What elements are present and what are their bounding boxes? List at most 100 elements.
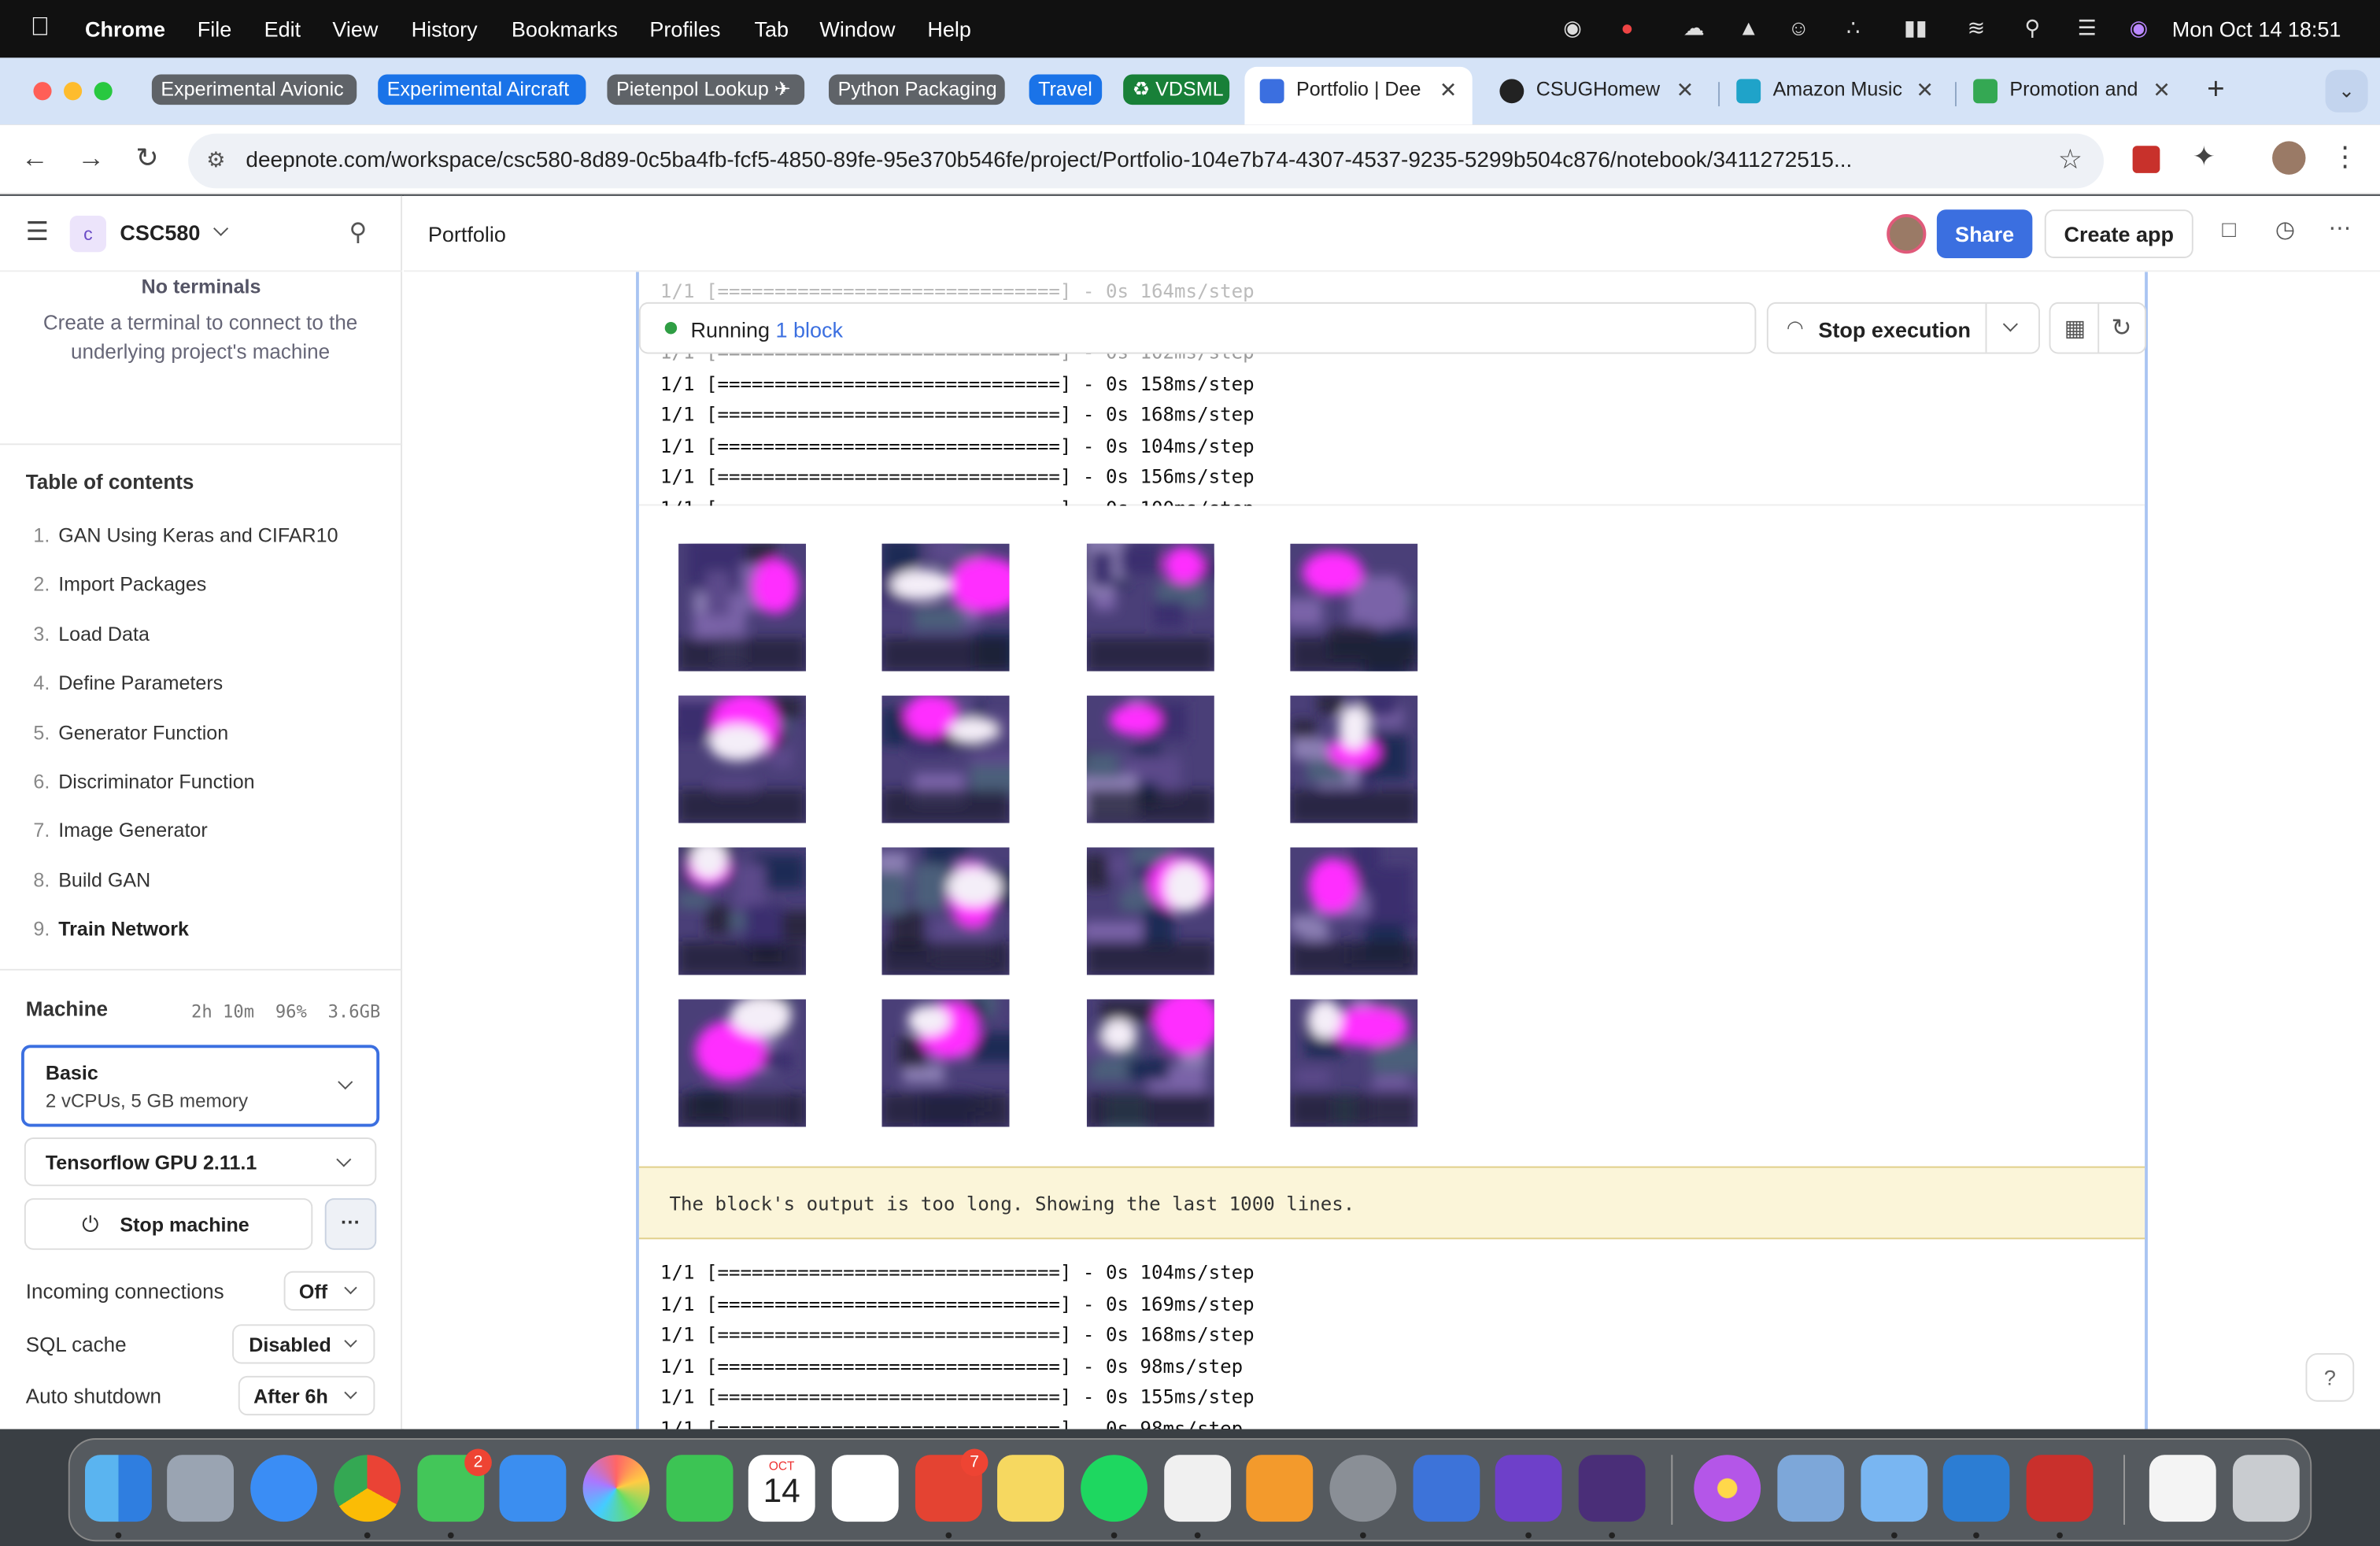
profile-avatar[interactable] bbox=[2272, 141, 2306, 175]
extension-icon[interactable]: ● bbox=[1613, 15, 1641, 43]
toc-item[interactable]: 2. Import Packages bbox=[33, 572, 206, 595]
trash-icon[interactable] bbox=[2232, 1455, 2300, 1522]
system-settings-icon[interactable] bbox=[1329, 1455, 1397, 1522]
menu-edit[interactable]: Edit bbox=[264, 17, 301, 41]
hamburger-menu-icon[interactable]: ☰ bbox=[26, 217, 49, 248]
siri-icon[interactable]: ◉ bbox=[2125, 15, 2153, 43]
toc-item-active[interactable]: 9. Train Network bbox=[33, 917, 189, 940]
zoom-window-button[interactable] bbox=[94, 82, 113, 101]
toc-item[interactable]: 1. GAN Using Keras and CIFAR10 bbox=[33, 524, 338, 547]
vscode-icon[interactable] bbox=[1942, 1455, 2010, 1522]
tab-promotion[interactable]: Promotion and ✕ bbox=[1958, 67, 2186, 124]
facetime-icon[interactable] bbox=[666, 1455, 734, 1522]
stop-machine-button[interactable]: ⏻ Stop machine bbox=[24, 1198, 313, 1250]
forward-arrow-icon[interactable]: → bbox=[74, 142, 107, 175]
running-block-link[interactable]: 1 block bbox=[775, 317, 843, 342]
workspace-chevron-icon[interactable] bbox=[213, 220, 229, 236]
user-icon[interactable]: ☺ bbox=[1785, 15, 1813, 43]
search-icon[interactable]: ⚲ bbox=[2019, 15, 2046, 43]
toc-item[interactable]: 7. Image Generator bbox=[33, 819, 207, 841]
close-tab-icon[interactable]: ✕ bbox=[2153, 67, 2171, 113]
search-icon[interactable]: ⚲ bbox=[349, 217, 368, 248]
document-icon[interactable] bbox=[1164, 1455, 1232, 1522]
pages-icon[interactable] bbox=[1246, 1455, 1314, 1522]
xcode-swift-icon[interactable] bbox=[1861, 1455, 1928, 1522]
help-icon[interactable]: ? bbox=[2305, 1352, 2355, 1402]
toc-item[interactable]: 4. Define Parameters bbox=[33, 671, 223, 694]
environment-select[interactable]: Tensorflow GPU 2.11.1 bbox=[24, 1137, 377, 1186]
site-info-icon[interactable]: ⚙ bbox=[206, 147, 225, 173]
notes-icon[interactable] bbox=[997, 1455, 1064, 1522]
launchpad-icon[interactable] bbox=[167, 1455, 234, 1522]
tab-group-experimental-avionic[interactable]: Experimental Avionic bbox=[151, 74, 357, 105]
workspace-avatar[interactable]: c bbox=[69, 215, 106, 253]
menu-window[interactable]: Window bbox=[819, 17, 895, 41]
minimize-window-button[interactable] bbox=[63, 82, 83, 101]
comments-icon[interactable]: □ bbox=[2222, 217, 2235, 243]
tab-amazon-music[interactable]: Amazon Music ✕ bbox=[1721, 67, 1949, 124]
mail-icon[interactable] bbox=[499, 1455, 567, 1522]
menu-tab[interactable]: Tab bbox=[754, 17, 789, 41]
auto-shutdown-select[interactable]: After 6h bbox=[238, 1375, 375, 1416]
more-options-icon[interactable]: ⋯ bbox=[2328, 214, 2351, 242]
toc-item[interactable]: 3. Load Data bbox=[33, 623, 149, 645]
downloads-stack-icon[interactable] bbox=[2149, 1455, 2216, 1522]
safari-icon[interactable] bbox=[250, 1455, 318, 1522]
menu-app-name[interactable]: Chrome bbox=[85, 17, 165, 41]
reminders-icon[interactable] bbox=[831, 1455, 899, 1522]
url-text[interactable]: deepnote.com/workspace/csc580-8d89-0c5ba… bbox=[246, 149, 1976, 173]
tab-group-travel[interactable]: Travel bbox=[1029, 74, 1103, 105]
photos-icon[interactable] bbox=[582, 1455, 650, 1522]
machine-more-button[interactable]: ··· bbox=[324, 1198, 377, 1250]
chrome-menu-icon[interactable]: ⋮ bbox=[2328, 141, 2361, 173]
wifi-icon[interactable]: ≋ bbox=[1963, 15, 1990, 43]
address-bar[interactable]: ⚙ deepnote.com/workspace/csc580-8d89-0c5… bbox=[188, 133, 2104, 189]
tab-group-experimental-aircraft[interactable]: Experimental Aircraft bbox=[378, 74, 586, 105]
extensions-puzzle-icon[interactable]: ✦ bbox=[2187, 141, 2220, 173]
activity-icon[interactable]: ∴ bbox=[1839, 15, 1867, 43]
drive-icon[interactable]: ▲ bbox=[1735, 15, 1762, 43]
zotero-icon[interactable] bbox=[2026, 1455, 2094, 1522]
execution-options-chevron-icon[interactable] bbox=[2002, 316, 2018, 332]
calendar-icon[interactable]: ▦ bbox=[2064, 314, 2086, 342]
toc-item[interactable]: 8. Build GAN bbox=[33, 869, 150, 892]
close-window-button[interactable] bbox=[33, 82, 52, 101]
sql-cache-select[interactable]: Disabled bbox=[232, 1324, 375, 1364]
menu-help[interactable]: Help bbox=[927, 17, 971, 41]
menu-view[interactable]: View bbox=[332, 17, 378, 41]
workspace-name[interactable]: CSC580 bbox=[120, 220, 200, 245]
tab-group-pietenpol-lookup[interactable]: Pietenpol Lookup ✈ bbox=[607, 74, 805, 105]
preview-icon[interactable] bbox=[1777, 1455, 1845, 1522]
close-tab-icon[interactable]: ✕ bbox=[1676, 67, 1694, 113]
close-tab-icon[interactable]: ✕ bbox=[1916, 67, 1934, 113]
extension-lastpass-icon[interactable] bbox=[2132, 146, 2160, 173]
toc-item[interactable]: 5. Generator Function bbox=[33, 721, 228, 744]
chrome-icon[interactable] bbox=[334, 1455, 401, 1522]
stop-execution-button[interactable]: Stop execution bbox=[1818, 317, 1971, 342]
github-desktop-icon[interactable] bbox=[1495, 1455, 1562, 1522]
globe-icon[interactable]: ◉ bbox=[1559, 15, 1587, 43]
new-tab-button[interactable]: + bbox=[2207, 73, 2225, 108]
tab-portfolio[interactable]: Portfolio | Dee ✕ bbox=[1244, 66, 1473, 125]
refresh-icon[interactable]: ↻ bbox=[2112, 313, 2132, 343]
control-center-icon[interactable]: ☰ bbox=[2073, 15, 2101, 43]
tab-group-vdsml[interactable]: ♻ VDSML bbox=[1123, 74, 1230, 105]
flower-app-icon[interactable] bbox=[1694, 1455, 1761, 1522]
reload-icon[interactable]: ↻ bbox=[131, 142, 164, 175]
toc-item[interactable]: 6. Discriminator Function bbox=[33, 770, 254, 793]
machine-tier-select[interactable]: Basic 2 vCPUs, 5 GB memory bbox=[20, 1045, 380, 1127]
collaborator-avatar[interactable] bbox=[1887, 214, 1927, 254]
history-icon[interactable]: ◷ bbox=[2275, 216, 2295, 243]
clock[interactable]: Mon Oct 14 18:51 bbox=[2172, 17, 2341, 41]
tab-csughomework[interactable]: CSUGHomew ✕ bbox=[1484, 67, 1709, 124]
tab-search-chevron-icon[interactable]: ⌄ bbox=[2325, 69, 2368, 113]
calendar-icon[interactable]: OCT 14 bbox=[748, 1455, 815, 1522]
spotify-icon[interactable] bbox=[1081, 1455, 1148, 1522]
create-app-button[interactable]: Create app bbox=[2044, 209, 2193, 258]
bookmark-star-icon[interactable]: ☆ bbox=[2058, 144, 2082, 176]
notebook-title[interactable]: Portfolio bbox=[428, 222, 506, 246]
back-arrow-icon[interactable]: ← bbox=[18, 142, 51, 175]
cloud-icon[interactable]: ☁ bbox=[1676, 15, 1712, 43]
battery-icon[interactable]: ▮▮ bbox=[1898, 15, 1934, 43]
tab-group-python-packaging[interactable]: Python Packaging bbox=[828, 74, 1005, 105]
